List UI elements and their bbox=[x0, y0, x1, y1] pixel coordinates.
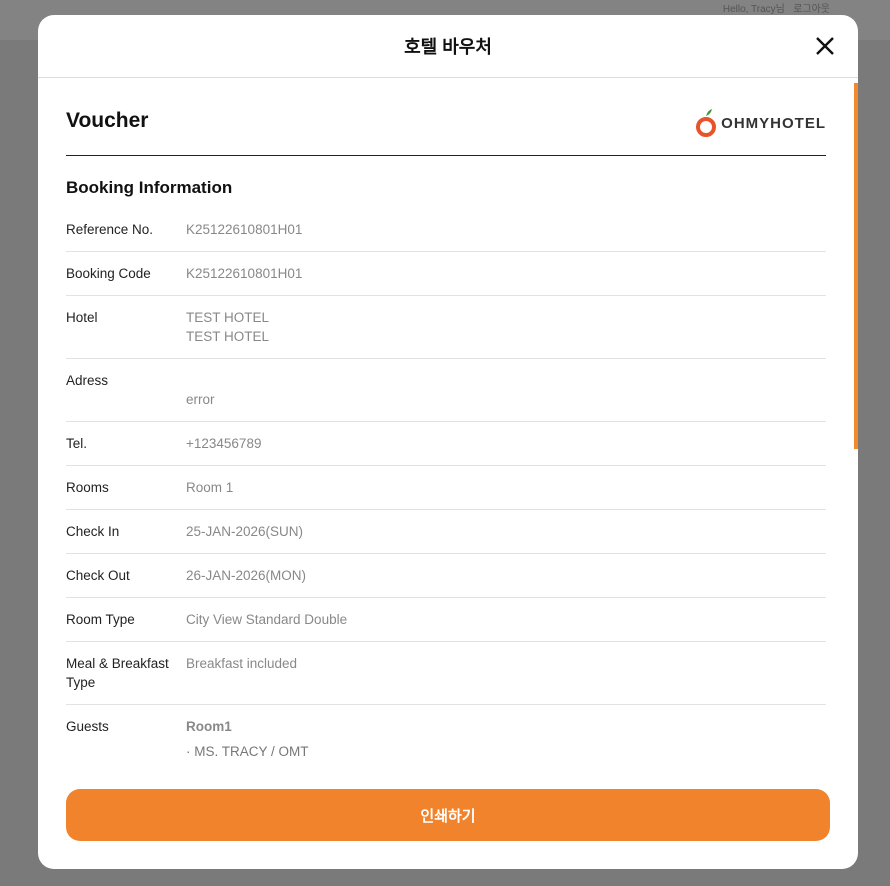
row-value: Room 1 bbox=[186, 478, 233, 497]
print-button[interactable]: 인쇄하기 bbox=[66, 789, 830, 841]
row-value: error bbox=[186, 371, 215, 409]
table-row: Tel. +123456789 bbox=[66, 422, 826, 466]
table-row: Hotel TEST HOTEL TEST HOTEL bbox=[66, 296, 826, 359]
row-label: Tel. bbox=[66, 436, 88, 451]
booking-info-table: Reference No. K25122610801H01 Booking Code… bbox=[66, 208, 826, 761]
row-label: Booking Code bbox=[66, 266, 151, 281]
value-line: Room1 bbox=[186, 719, 232, 734]
value-line: Room 1 bbox=[186, 480, 234, 495]
row-value: Room1 · MS. TRACY / OMT bbox=[186, 717, 309, 761]
modal-header: 호텔 바우처 bbox=[38, 15, 858, 78]
value-line bbox=[186, 371, 215, 390]
row-label: Meal & Breakfast Type bbox=[66, 656, 169, 690]
value-line: error bbox=[186, 392, 215, 407]
orange-logo-icon bbox=[696, 109, 717, 137]
row-label: Reference No. bbox=[66, 222, 154, 237]
table-row: Check Out 26-JAN-2026(MON) bbox=[66, 554, 826, 598]
section-title: Booking Information bbox=[66, 178, 233, 197]
value-line: 26-JAN-2026(MON) bbox=[186, 568, 307, 583]
close-icon[interactable] bbox=[814, 35, 836, 57]
table-row: Adress error bbox=[66, 359, 826, 422]
value-line: 25-JAN-2026(SUN) bbox=[186, 524, 304, 539]
row-value: K25122610801H01 bbox=[186, 220, 302, 239]
modal-title: 호텔 바우처 bbox=[404, 37, 492, 57]
row-value: 25-JAN-2026(SUN) bbox=[186, 522, 303, 541]
row-value: Breakfast included bbox=[186, 654, 297, 692]
value-line: +123456789 bbox=[186, 436, 262, 451]
row-label: Room Type bbox=[66, 612, 135, 627]
value-line: · MS. TRACY / OMT bbox=[186, 744, 309, 759]
value-line: K25122610801H01 bbox=[186, 266, 303, 281]
row-label: Adress bbox=[66, 373, 109, 388]
voucher-modal: 호텔 바우처 Voucher OHMYHOTEL Booking Informa… bbox=[38, 15, 858, 869]
table-row: Room Type City View Standard Double bbox=[66, 598, 826, 642]
row-value: 26-JAN-2026(MON) bbox=[186, 566, 306, 585]
table-row: Check In 25-JAN-2026(SUN) bbox=[66, 510, 826, 554]
row-value: K25122610801H01 bbox=[186, 264, 302, 283]
scrollbar[interactable] bbox=[854, 83, 858, 449]
value-line: K25122610801H01 bbox=[186, 222, 303, 237]
table-row: Guests Room1 · MS. TRACY / OMT bbox=[66, 705, 826, 761]
table-row: Meal & Breakfast Type Breakfast included bbox=[66, 642, 826, 705]
row-label: Guests bbox=[66, 719, 109, 734]
value-line: TEST HOTEL bbox=[186, 329, 270, 344]
ohmyhotel-logo: OHMYHOTEL bbox=[695, 108, 826, 138]
modal-body[interactable]: Voucher OHMYHOTEL Booking Information Re… bbox=[38, 79, 858, 761]
row-label: Check In bbox=[66, 524, 120, 539]
row-label: Rooms bbox=[66, 480, 109, 495]
table-row: Reference No. K25122610801H01 bbox=[66, 208, 826, 252]
value-line: Breakfast included bbox=[186, 656, 298, 671]
table-row: Booking Code K25122610801H01 bbox=[66, 252, 826, 296]
voucher-title: Voucher bbox=[66, 109, 149, 132]
row-value: TEST HOTEL TEST HOTEL bbox=[186, 308, 269, 346]
value-line: City View Standard Double bbox=[186, 612, 348, 627]
value-line: TEST HOTEL bbox=[186, 310, 270, 325]
row-value: +123456789 bbox=[186, 434, 261, 453]
row-value: City View Standard Double bbox=[186, 610, 347, 629]
row-label: Hotel bbox=[66, 310, 98, 325]
table-row: Rooms Room 1 bbox=[66, 466, 826, 510]
row-label: Check Out bbox=[66, 568, 130, 583]
voucher-header: Voucher OHMYHOTEL bbox=[66, 79, 826, 156]
greeting: Hello, Tracy님 로그아웃 bbox=[722, 4, 830, 15]
